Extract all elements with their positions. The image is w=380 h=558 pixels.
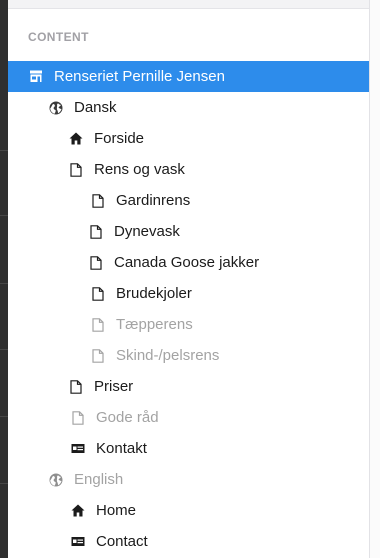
left-app-gutter <box>0 0 8 558</box>
tree-node-kontakt[interactable]: Kontakt <box>8 433 369 464</box>
tree-node-brudekjoler[interactable]: Brudekjoler <box>8 278 369 309</box>
tree-node-english[interactable]: English <box>8 464 369 495</box>
tree-node-label: Contact <box>96 533 148 550</box>
tree-node-label: Dansk <box>74 99 117 116</box>
tree-node-label: Tæpperens <box>116 316 193 333</box>
document-icon <box>90 348 106 364</box>
document-icon <box>90 193 106 209</box>
contact-card-icon <box>70 441 86 457</box>
globe-icon <box>48 100 64 116</box>
tree-node-label: Dynevask <box>114 223 180 240</box>
store-icon <box>28 69 44 85</box>
right-gutter <box>370 0 380 558</box>
document-icon <box>88 224 104 240</box>
tree-node-label: Home <box>96 502 137 519</box>
tree-node-taepperens[interactable]: Tæpperens <box>8 309 369 340</box>
tree-node-skind-pelsrens[interactable]: Skind-/pelsrens <box>8 340 369 371</box>
globe-icon <box>48 472 64 488</box>
document-icon <box>88 255 104 271</box>
tree-node-gardinrens[interactable]: Gardinrens <box>8 185 369 216</box>
document-icon <box>90 286 106 302</box>
tree-node-label: Skind-/pelsrens <box>116 347 220 364</box>
tree-node-label: Rens og vask <box>94 161 185 178</box>
tree-node-priser[interactable]: Priser <box>8 371 369 402</box>
tree-node-canada-goose-jakker[interactable]: Canada Goose jakker <box>8 247 369 278</box>
top-edge-strip <box>8 0 370 9</box>
tree-node-label: Canada Goose jakker <box>114 254 260 271</box>
home-icon <box>70 503 86 519</box>
tree-node-contact[interactable]: Contact <box>8 526 369 557</box>
document-icon <box>70 410 86 426</box>
document-icon <box>68 162 84 178</box>
tree-node-home[interactable]: Home <box>8 495 369 526</box>
document-icon <box>90 317 106 333</box>
tree-node-rens-og-vask[interactable]: Rens og vask <box>8 154 369 185</box>
tree-node-forside[interactable]: Forside <box>8 123 369 154</box>
tree-node-label: Forside <box>94 130 145 147</box>
document-icon <box>68 379 84 395</box>
tree-node-label: Priser <box>94 378 134 395</box>
tree-node-dansk[interactable]: Dansk <box>8 92 369 123</box>
tree-node-root[interactable]: Renseriet Pernille Jensen <box>8 61 369 92</box>
tree-node-dynevask[interactable]: Dynevask <box>8 216 369 247</box>
home-icon <box>68 131 84 147</box>
tree-node-label: Renseriet Pernille Jensen <box>54 68 225 85</box>
tree-node-gode-raad[interactable]: Gode råd <box>8 402 369 433</box>
content-section-header: CONTENT <box>28 30 89 44</box>
tree-node-label: Kontakt <box>96 440 147 457</box>
tree-node-label: Gode råd <box>96 409 159 426</box>
tree-node-label: Brudekjoler <box>116 285 192 302</box>
tree-node-label: Gardinrens <box>116 192 191 209</box>
contact-card-icon <box>70 534 86 550</box>
tree-node-label: English <box>74 471 124 488</box>
